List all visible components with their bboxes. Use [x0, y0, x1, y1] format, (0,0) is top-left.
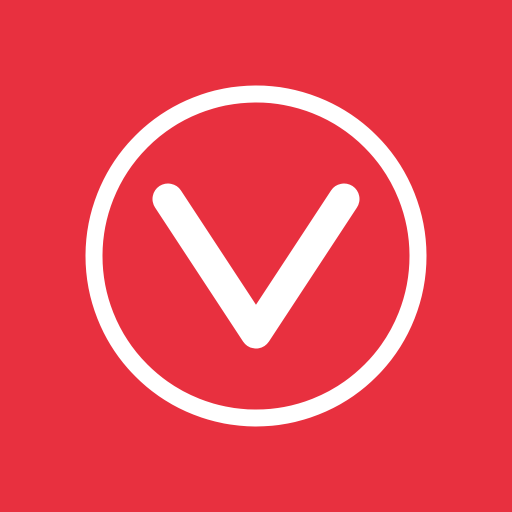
chevron-down-circle-icon — [85, 85, 427, 427]
circle-outline — [85, 85, 427, 427]
chevron-down-icon — [152, 183, 360, 349]
app-icon — [0, 0, 512, 512]
